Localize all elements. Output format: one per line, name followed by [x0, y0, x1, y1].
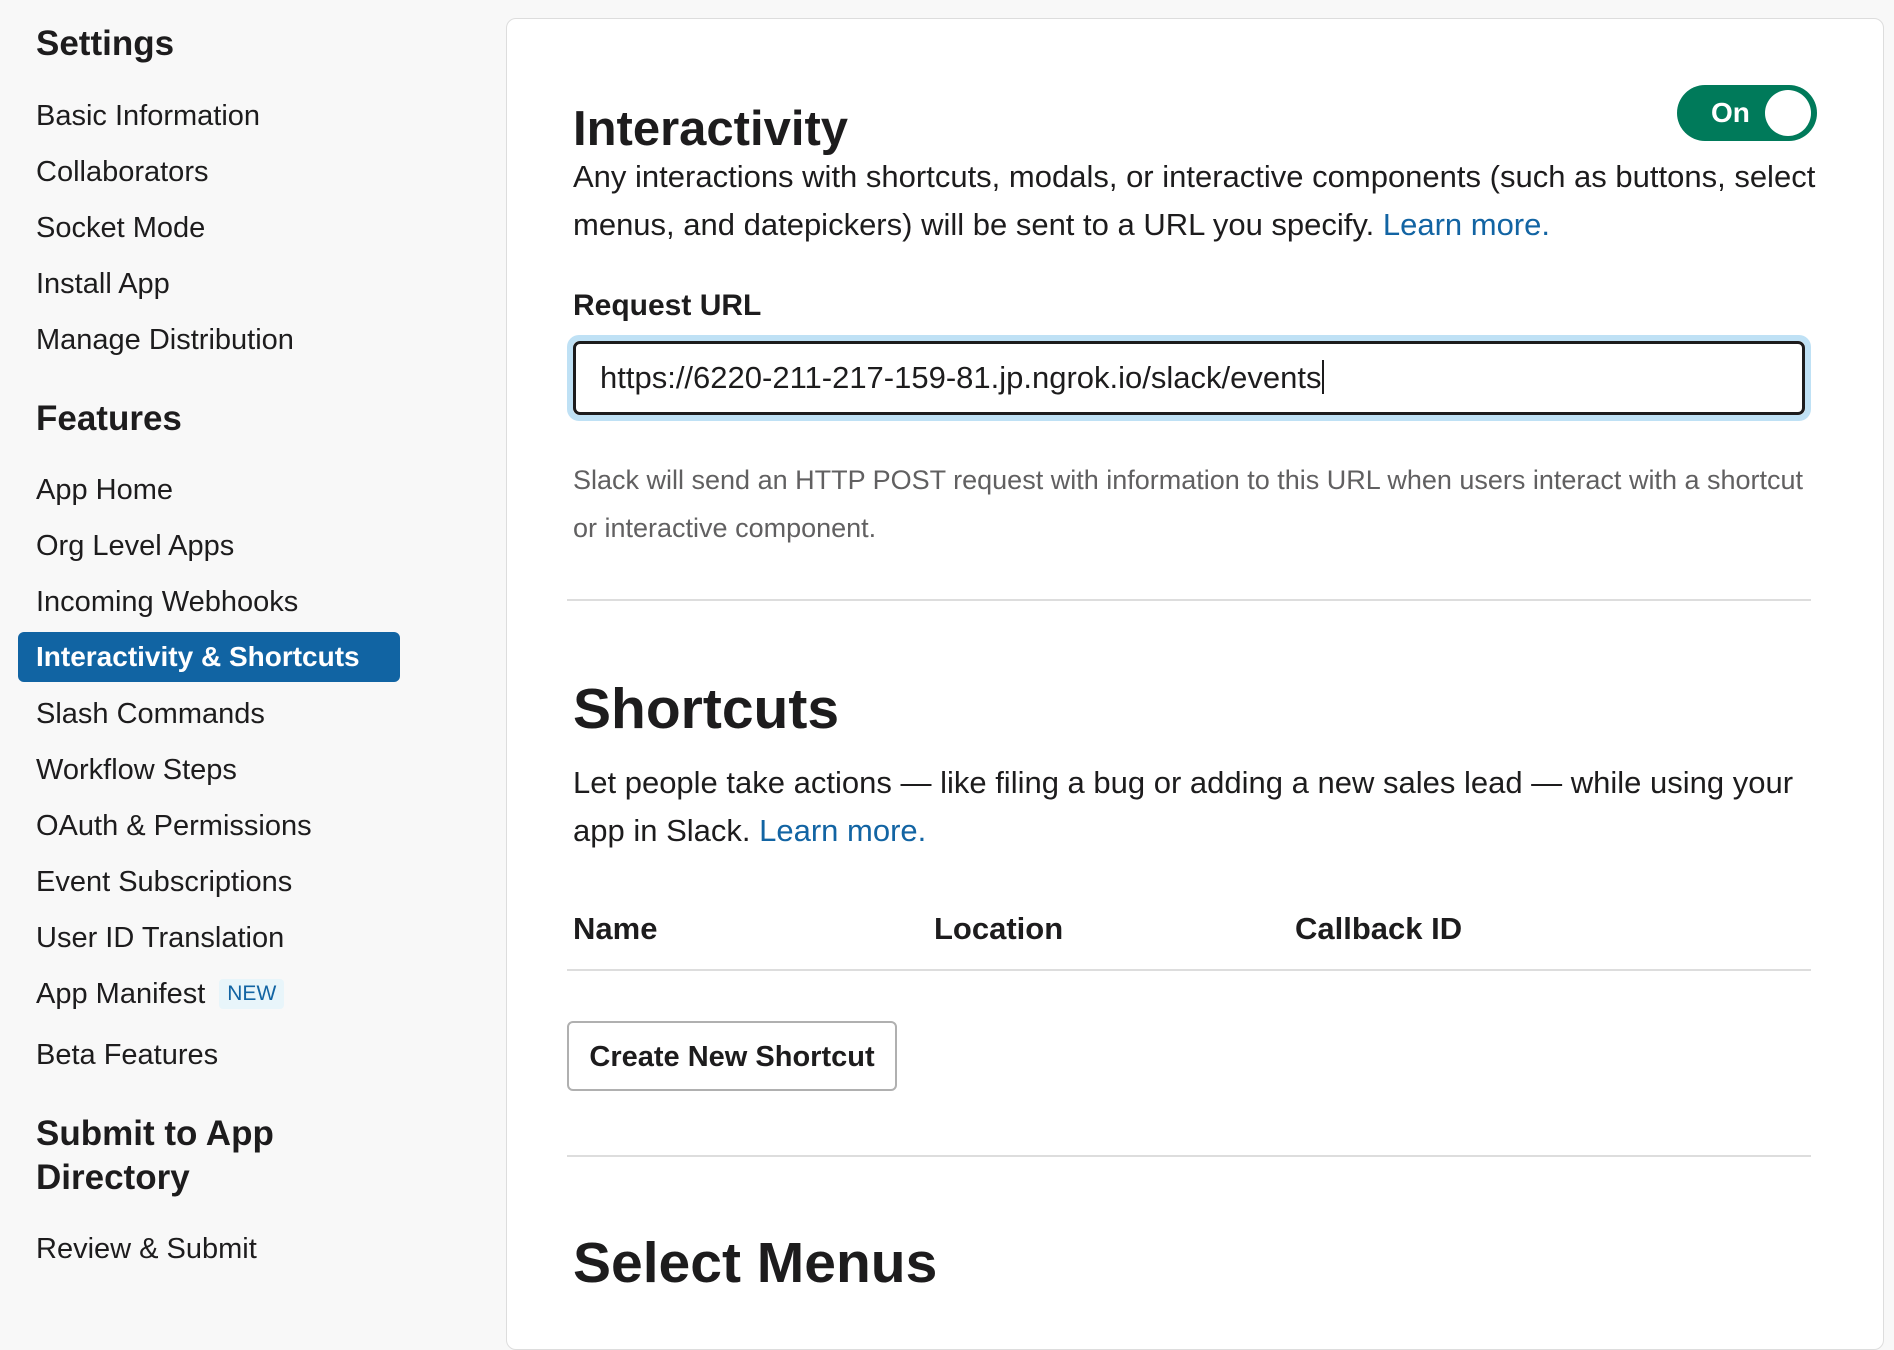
interactivity-title: Interactivity	[573, 102, 849, 156]
request-url-input[interactable]: https://6220-211-217-159-81.jp.ngrok.io/…	[573, 341, 1805, 415]
toggle-knob	[1765, 90, 1811, 136]
interactivity-learn-more-link[interactable]: Learn more.	[1383, 207, 1550, 242]
sidebar-item-manage-distribution[interactable]: Manage Distribution	[18, 315, 400, 365]
submit-heading: Submit to App Directory	[36, 1112, 274, 1200]
main-panel: Interactivity On Any interactions with s…	[506, 18, 1884, 1350]
sidebar-item-beta-features[interactable]: Beta Features	[18, 1030, 400, 1080]
request-url-hint: Slack will send an HTTP POST request wit…	[573, 465, 1804, 543]
sidebar-item-workflow-steps[interactable]: Workflow Steps	[18, 745, 400, 795]
shortcuts-description: Let people take actions — like filing a …	[573, 759, 1833, 855]
sidebar-item-review-submit[interactable]: Review & Submit	[18, 1224, 400, 1274]
sidebar-item-app-home[interactable]: App Home	[18, 465, 400, 515]
features-heading: Features	[36, 399, 182, 438]
section-divider	[567, 1155, 1811, 1157]
sidebar-item-app-manifest[interactable]: App Manifest NEW	[18, 969, 400, 1019]
sidebar-item-install-app[interactable]: Install App	[18, 259, 400, 309]
sidebar-item-collaborators[interactable]: Collaborators	[18, 147, 400, 197]
submit-heading-line1: Submit to App	[36, 1114, 274, 1153]
sidebar-item-oauth-permissions[interactable]: OAuth & Permissions	[18, 801, 400, 851]
toggle-label: On	[1711, 97, 1750, 128]
settings-heading: Settings	[36, 24, 175, 63]
sidebar-item-event-subscriptions[interactable]: Event Subscriptions	[18, 857, 400, 907]
column-header-name: Name	[573, 911, 658, 946]
request-url-focus-ring: https://6220-211-217-159-81.jp.ngrok.io/…	[567, 335, 1811, 421]
text-caret	[1322, 360, 1325, 394]
request-url-label: Request URL	[573, 289, 762, 322]
sidebar-item-basic-information[interactable]: Basic Information	[18, 91, 400, 141]
sidebar-item-label: App Manifest	[36, 978, 206, 1010]
sidebar-item-user-id-translation[interactable]: User ID Translation	[18, 913, 400, 963]
shortcuts-title: Shortcuts	[573, 677, 840, 741]
create-new-shortcut-button[interactable]: Create New Shortcut	[567, 1021, 897, 1091]
sidebar-item-interactivity-shortcuts[interactable]: Interactivity & Shortcuts	[18, 632, 400, 682]
interactivity-toggle[interactable]: On	[1677, 85, 1817, 141]
column-header-callback-id: Callback ID	[1295, 911, 1463, 946]
sidebar-item-incoming-webhooks[interactable]: Incoming Webhooks	[18, 577, 400, 627]
sidebar-item-socket-mode[interactable]: Socket Mode	[18, 203, 400, 253]
shortcuts-learn-more-link[interactable]: Learn more.	[759, 813, 926, 848]
interactivity-description: Any interactions with shortcuts, modals,…	[573, 153, 1833, 249]
interactivity-description-text: Any interactions with shortcuts, modals,…	[573, 159, 1816, 242]
sidebar-item-org-level-apps[interactable]: Org Level Apps	[18, 521, 400, 571]
request-url-value: https://6220-211-217-159-81.jp.ngrok.io/…	[600, 360, 1322, 395]
section-divider	[567, 599, 1811, 601]
select-menus-title: Select Menus	[573, 1231, 938, 1295]
sidebar: Settings Basic Information Collaborators…	[0, 0, 440, 1326]
new-badge: NEW	[219, 979, 285, 1009]
column-header-location: Location	[934, 911, 1064, 946]
sidebar-item-slash-commands[interactable]: Slash Commands	[18, 689, 400, 739]
table-header-divider	[567, 969, 1811, 971]
shortcuts-description-text: Let people take actions — like filing a …	[573, 765, 1794, 848]
submit-heading-line2: Directory	[36, 1158, 190, 1197]
